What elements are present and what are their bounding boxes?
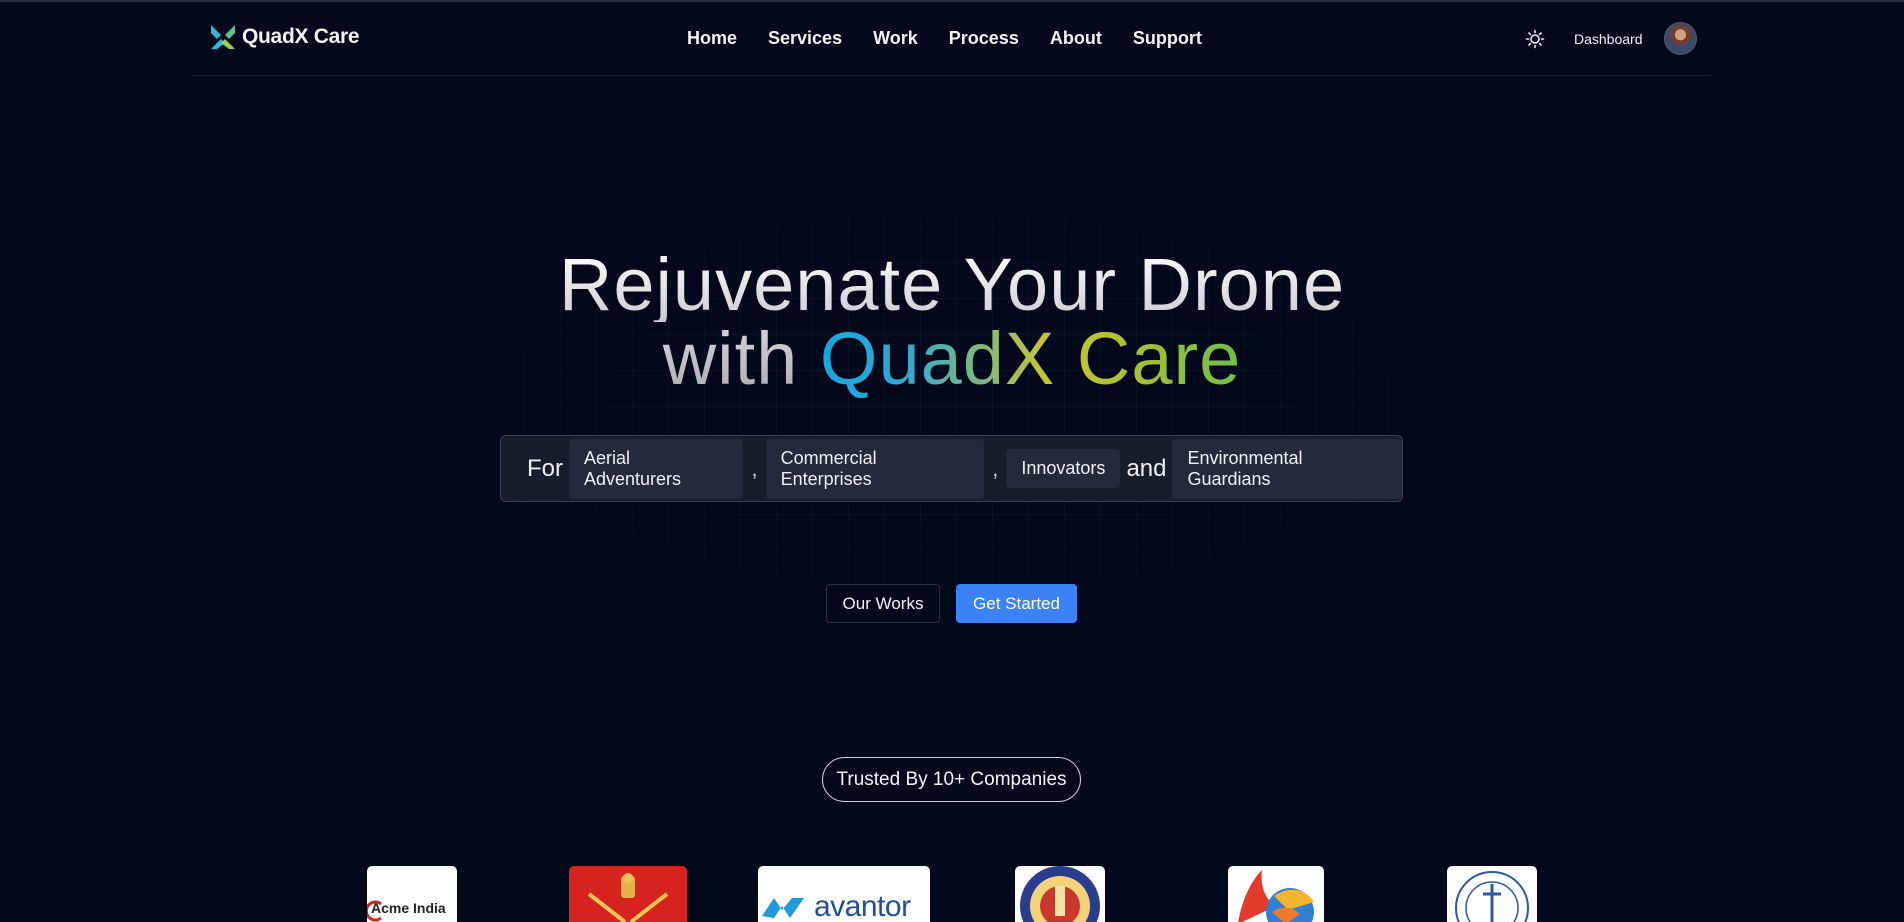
- nav-services[interactable]: Services: [768, 28, 842, 49]
- separator: ,: [751, 455, 758, 481]
- avantor-logo: avantor: [758, 866, 930, 922]
- trusted-badge: Trusted By 10+ Companies: [822, 757, 1081, 802]
- institute-seal-logo: [1015, 866, 1105, 922]
- user-avatar[interactable]: [1664, 22, 1697, 55]
- grid-background: [200, 82, 1704, 722]
- separator: ,: [992, 455, 999, 481]
- hero-title-with: with: [662, 317, 799, 400]
- emblem-logo: [569, 866, 687, 922]
- for-label: For: [527, 454, 563, 482]
- nav-about[interactable]: About: [1050, 28, 1102, 49]
- hero-title: Rejuvenate Your Drone with QuadX Care: [0, 248, 1904, 396]
- sun-icon[interactable]: [1525, 29, 1545, 49]
- audience-pill[interactable]: Innovators: [1006, 449, 1121, 488]
- nav-support[interactable]: Support: [1133, 28, 1202, 49]
- audience-pill[interactable]: Commercial Enterprises: [765, 438, 985, 499]
- brand-name: QuadX Care: [242, 25, 360, 48]
- hero-title-brand: QuadX Care: [819, 317, 1242, 400]
- audience-banner: For Aerial Adventurers , Commercial Ente…: [500, 435, 1403, 502]
- nav-home[interactable]: Home: [687, 28, 737, 49]
- hero-title-line1: Rejuvenate Your Drone: [0, 248, 1904, 322]
- audience-pill[interactable]: Aerial Adventurers: [569, 438, 744, 499]
- hero-title-line2: with QuadX Care: [0, 322, 1904, 396]
- dashboard-link[interactable]: Dashboard: [1574, 31, 1643, 47]
- phoenix-logo: [1228, 866, 1324, 922]
- quadx-logo-icon: [211, 25, 235, 49]
- university-seal-icon: [1455, 871, 1529, 922]
- audience-pill[interactable]: Environmental Guardians: [1172, 438, 1402, 499]
- top-navbar: QuadX Care Home Services Work Process Ab…: [192, 2, 1711, 76]
- and-label: and: [1126, 454, 1167, 482]
- brand-logo[interactable]: QuadX Care: [208, 22, 360, 52]
- get-started-button[interactable]: Get Started: [956, 584, 1077, 623]
- phoenix-icon: [1238, 870, 1314, 922]
- emblem-icon: [587, 873, 669, 922]
- acme-logo-text: Acme India: [371, 900, 446, 916]
- institute-seal-icon: [1020, 866, 1100, 922]
- nav-process[interactable]: Process: [949, 28, 1019, 49]
- university-seal-logo: [1447, 866, 1537, 922]
- avantor-logo-text: avantor: [814, 890, 911, 922]
- main-nav: Home Services Work Process About Support: [687, 28, 1202, 49]
- acme-india-logo: Acme India: [367, 866, 457, 922]
- nav-work[interactable]: Work: [873, 28, 918, 49]
- our-works-button[interactable]: Our Works: [826, 584, 940, 623]
